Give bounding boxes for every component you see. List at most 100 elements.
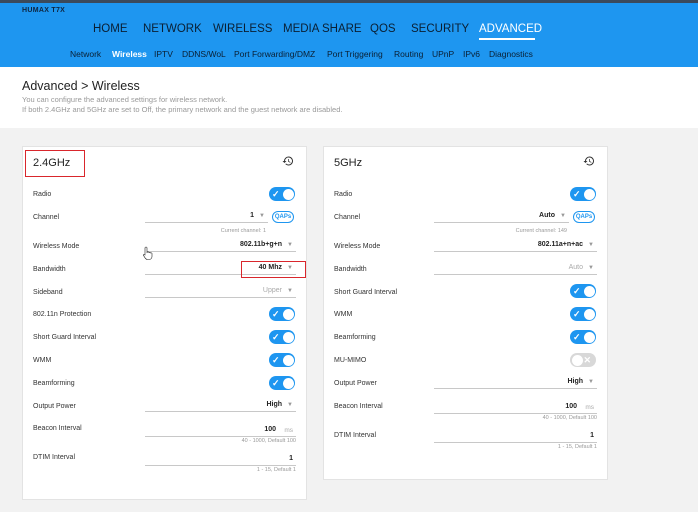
check-icon: ✓ [272, 332, 280, 342]
select-channel-5ghz[interactable]: Auto ▼ [434, 211, 569, 223]
subnav-upnp[interactable]: UPnP [432, 49, 454, 59]
check-icon: ✓ [573, 189, 581, 199]
toggle-80211n-protection[interactable]: ✓ [269, 307, 295, 321]
unit-ms: ms [284, 427, 293, 434]
subnav-ddns-wol[interactable]: DDNS/WoL [182, 49, 226, 59]
panel-5ghz [323, 146, 608, 480]
label-sgi-5ghz: Short Guard Interval [334, 289, 398, 296]
aps-label: APs [580, 214, 593, 220]
chevron-down-icon: ▼ [588, 242, 594, 248]
select-wireless-mode-2-4ghz[interactable]: 802.11b+g+n ▼ [145, 240, 296, 252]
check-icon: ✓ [272, 378, 280, 388]
select-output-power-5ghz[interactable]: High ▼ [434, 377, 597, 389]
select-sideband-2-4ghz[interactable]: Upper ▼ [145, 286, 296, 298]
aps-label: APs [279, 214, 292, 220]
subnav-diagnostics[interactable]: Diagnostics [489, 49, 533, 59]
page-description-line-2: If both 2.4GHz and 5GHz are set to Off, … [22, 105, 343, 114]
label-sideband-2-4ghz: Sideband [33, 289, 63, 296]
label-wireless-mode-2-4ghz: Wireless Mode [33, 243, 80, 250]
history-icon[interactable] [282, 155, 294, 167]
check-icon: ✓ [272, 189, 280, 199]
check-icon: ✓ [573, 286, 581, 296]
brand-logo: HUMAX T7X [22, 7, 66, 14]
panel-title-5ghz: 5GHz [334, 157, 363, 169]
label-80211n-protection: 802.11n Protection [33, 311, 92, 318]
toggle-mu-mimo[interactable]: ✕ [570, 353, 596, 367]
subnav-routing[interactable]: Routing [394, 49, 423, 59]
nav-home[interactable]: HOME [93, 23, 128, 35]
label-wireless-mode-5ghz: Wireless Mode [334, 243, 381, 250]
label-output-power-5ghz: Output Power [334, 380, 377, 387]
subnav-wireless[interactable]: Wireless [112, 49, 147, 59]
nav-advanced[interactable]: ADVANCED [479, 23, 542, 35]
toggle-radio-2-4ghz[interactable]: ✓ [269, 187, 295, 201]
toggle-sgi-5ghz[interactable]: ✓ [570, 284, 596, 298]
nav-security[interactable]: SECURITY [411, 23, 469, 35]
nav-media-share[interactable]: MEDIA SHARE [283, 23, 362, 35]
x-icon: ✕ [583, 355, 591, 365]
check-icon: ✓ [573, 309, 581, 319]
check-icon: ✓ [272, 355, 280, 365]
select-channel-2-4ghz[interactable]: 1 ▼ [145, 211, 268, 223]
label-beamforming-5ghz: Beamforming [334, 334, 376, 341]
nav-wireless[interactable]: WIRELESS [213, 23, 272, 35]
chevron-down-icon: ▼ [588, 265, 594, 271]
label-wmm-2-4ghz: WMM [33, 357, 52, 364]
input-dtim-interval-5ghz[interactable]: 1 [434, 431, 597, 443]
label-beamforming-2-4ghz: Beamforming [33, 380, 75, 387]
toggle-wmm-2-4ghz[interactable]: ✓ [269, 353, 295, 367]
label-bandwidth-2-4ghz: Bandwidth [33, 266, 66, 273]
label-beacon-interval-5ghz: Beacon Interval [334, 403, 383, 410]
nav-qos[interactable]: QOS [370, 23, 396, 35]
highlight-box-bandwidth [241, 261, 306, 278]
subnav-port-forwarding[interactable]: Port Forwarding/DMZ [234, 49, 315, 59]
hint-channel-5ghz: Current channel: 149 [515, 228, 567, 234]
label-channel-5ghz: Channel [334, 214, 361, 221]
subnav-ipv6[interactable]: IPv6 [463, 49, 480, 59]
label-output-power-2-4ghz: Output Power [33, 403, 76, 410]
subnav-iptv[interactable]: IPTV [154, 49, 173, 59]
select-wireless-mode-5ghz[interactable]: 802.11a+n+ac ▼ [434, 240, 597, 252]
toggle-beamforming-5ghz[interactable]: ✓ [570, 330, 596, 344]
label-channel-2-4ghz: Channel [33, 214, 60, 221]
chevron-down-icon: ▼ [287, 242, 293, 248]
page-description-line-1: You can configure the advanced settings … [22, 95, 228, 104]
toggle-radio-5ghz[interactable]: ✓ [570, 187, 596, 201]
history-icon[interactable] [583, 155, 595, 167]
toggle-wmm-5ghz[interactable]: ✓ [570, 307, 596, 321]
panel-2-4ghz [22, 146, 307, 500]
aps-button-2-4ghz[interactable]: QAPs [272, 211, 294, 223]
toggle-beamforming-2-4ghz[interactable]: ✓ [269, 376, 295, 390]
input-beacon-interval-2-4ghz[interactable]: 100 ms [145, 425, 296, 437]
select-bandwidth-5ghz[interactable]: Auto ▼ [434, 263, 597, 275]
top-accent-line [0, 0, 698, 3]
active-nav-underline [479, 38, 535, 40]
label-wmm-5ghz: WMM [334, 311, 353, 318]
highlight-box-2-4ghz-title [25, 150, 85, 177]
hand-pointer-icon [143, 246, 153, 260]
chevron-down-icon: ▼ [259, 213, 265, 219]
toggle-sgi-2-4ghz[interactable]: ✓ [269, 330, 295, 344]
aps-button-5ghz[interactable]: QAPs [573, 211, 595, 223]
chevron-down-icon: ▼ [287, 402, 293, 408]
hint-beacon-5ghz: 40 - 1000, Default 100 [542, 415, 597, 421]
hint-dtim-5ghz: 1 - 15, Default 1 [557, 444, 597, 450]
nav-network[interactable]: NETWORK [143, 23, 202, 35]
chevron-down-icon: ▼ [588, 379, 594, 385]
input-dtim-interval-2-4ghz[interactable]: 1 [145, 454, 296, 466]
chevron-down-icon: ▼ [560, 213, 566, 219]
label-sgi-2-4ghz: Short Guard Interval [33, 334, 97, 341]
label-bandwidth-5ghz: Bandwidth [334, 266, 367, 273]
input-beacon-interval-5ghz[interactable]: 100 ms [434, 402, 597, 414]
chevron-down-icon: ▼ [287, 288, 293, 294]
hint-channel-2-4ghz: Current channel: 1 [220, 228, 266, 234]
label-radio-5ghz: Radio [334, 191, 353, 198]
subnav-network[interactable]: Network [70, 49, 101, 59]
label-mu-mimo: MU-MIMO [334, 357, 367, 364]
select-output-power-2-4ghz[interactable]: High ▼ [145, 400, 296, 412]
subnav-port-triggering[interactable]: Port Triggering [327, 49, 383, 59]
unit-ms: ms [585, 404, 594, 411]
label-dtim-interval-2-4ghz: DTIM Interval [33, 454, 76, 461]
check-icon: ✓ [573, 332, 581, 342]
hint-beacon-2-4ghz: 40 - 1000, Default 100 [241, 438, 296, 444]
